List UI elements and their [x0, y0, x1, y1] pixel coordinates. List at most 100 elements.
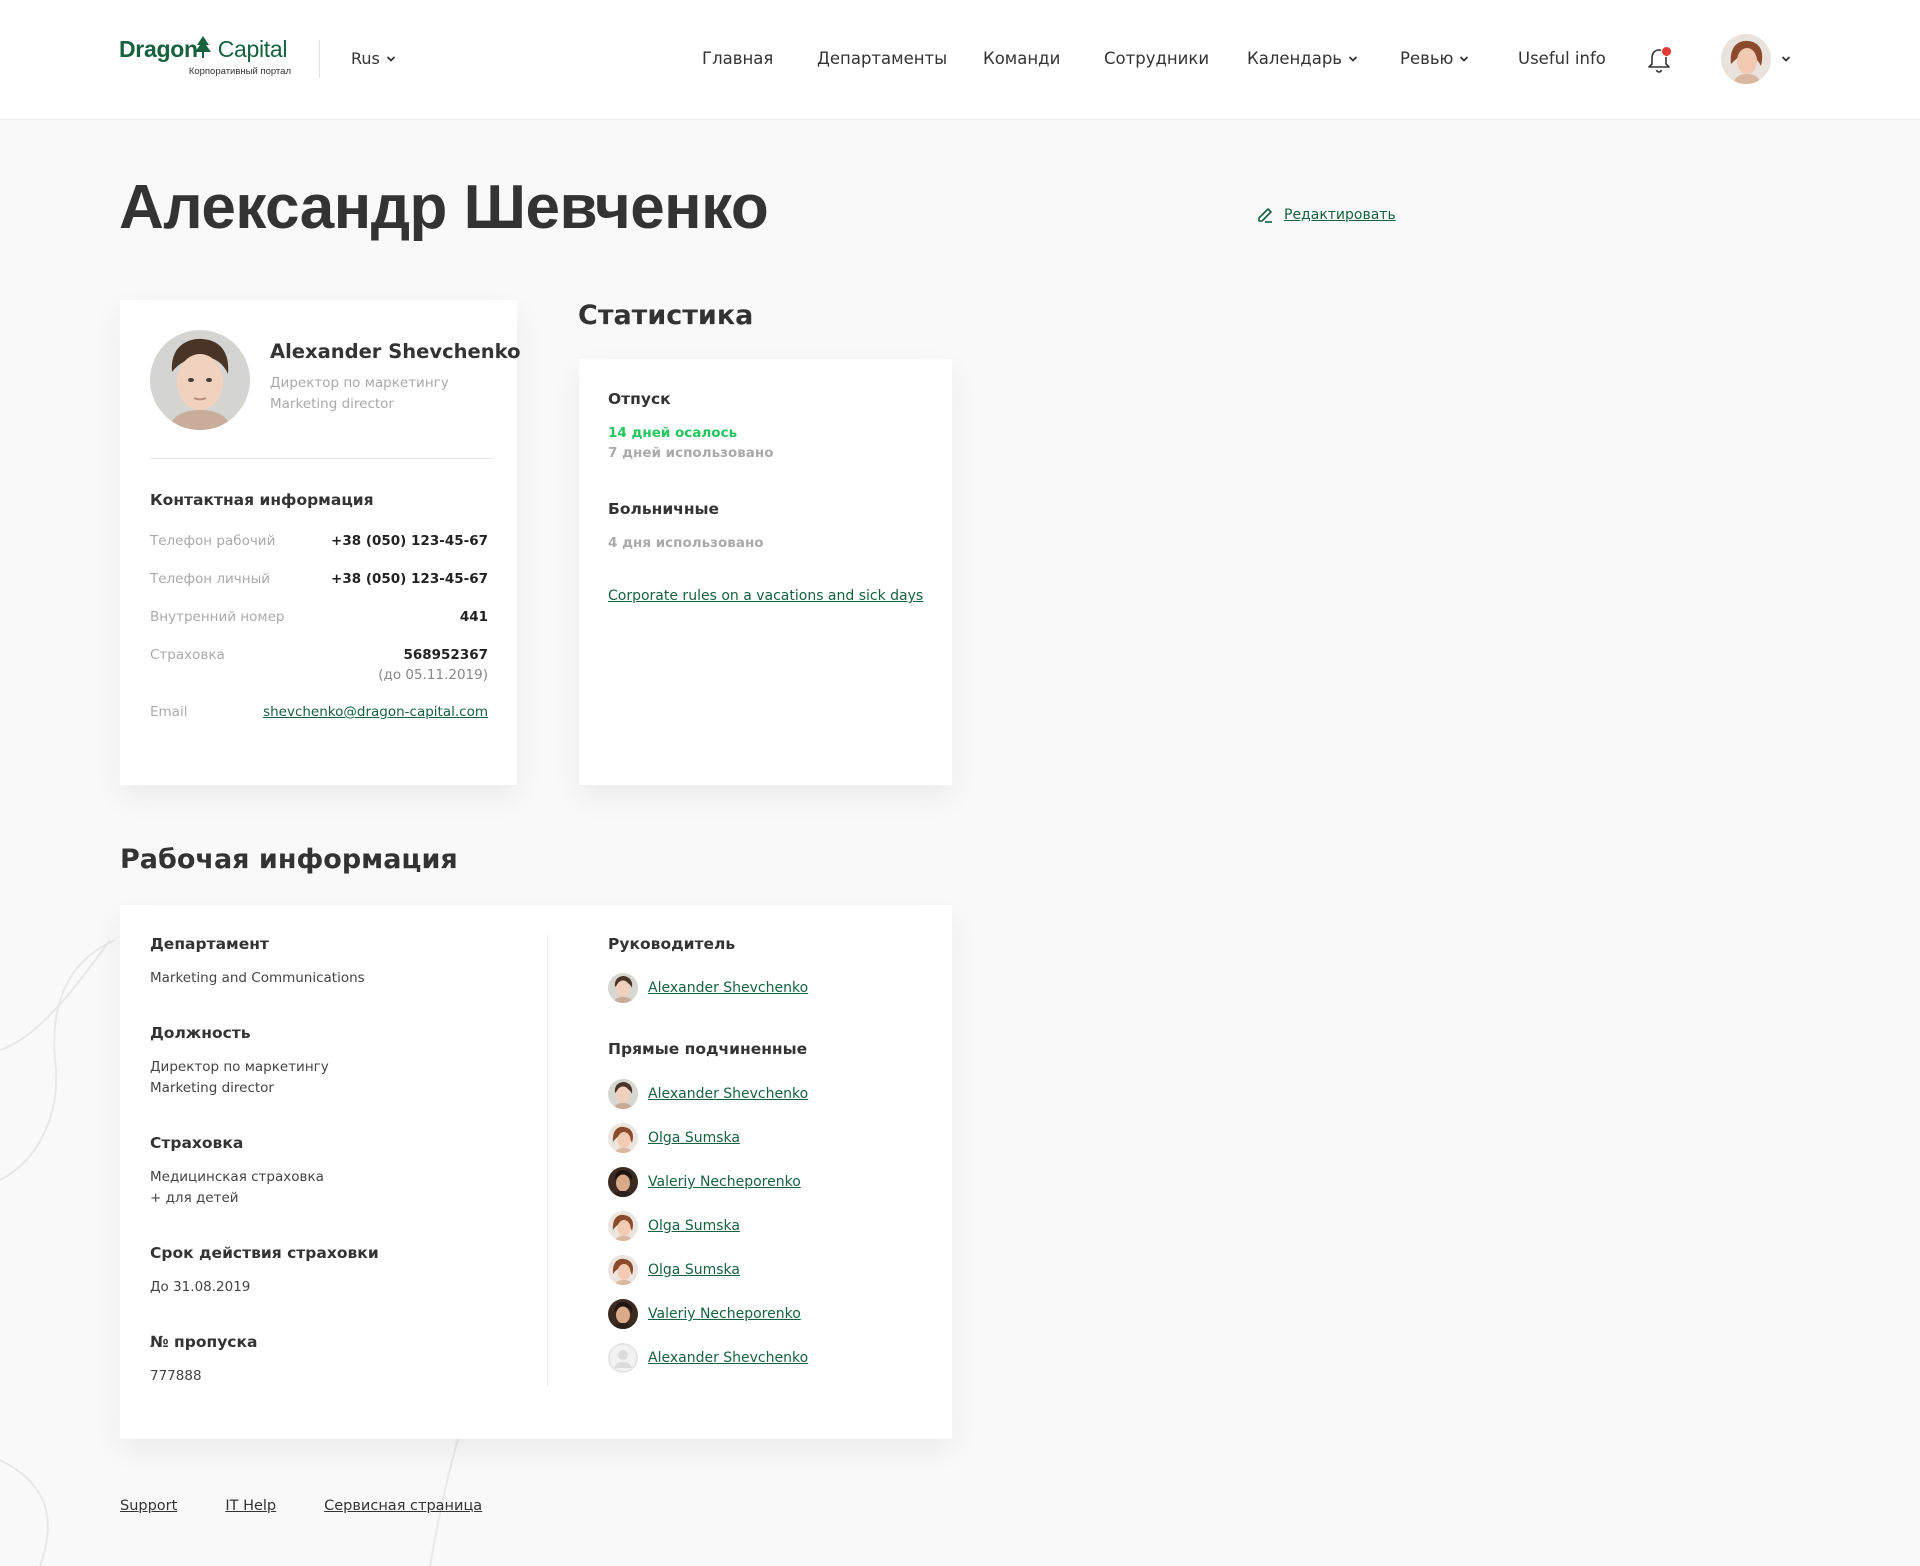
- person-name: Olga Sumska: [648, 1218, 740, 1234]
- direct-report-link[interactable]: Olga Sumska: [608, 1123, 740, 1153]
- nav-item-label: Ревью: [1400, 49, 1454, 68]
- vacation-heading: Отпуск: [608, 390, 671, 408]
- stats-heading: Статистика: [578, 300, 754, 331]
- page-title: Александр Шевченко: [119, 173, 769, 242]
- profile-avatar: [150, 330, 250, 430]
- direct-reports-label: Прямые подчиненные: [608, 1040, 808, 1058]
- position-ru: Директор по маркетингу: [150, 1059, 329, 1075]
- chevron-down-icon: [386, 55, 396, 62]
- nav-item-home[interactable]: Главная: [702, 49, 773, 68]
- nav-item-useful-info[interactable]: Useful info: [1518, 49, 1606, 68]
- profile-card: Alexander Shevchenko Директор по маркети…: [120, 300, 521, 785]
- pass-label: № пропуска: [150, 1333, 258, 1351]
- direct-report-link[interactable]: Valeriy Necheporenko: [608, 1167, 801, 1197]
- footer-link-service-page[interactable]: Сервисная страница: [324, 1498, 482, 1514]
- profile-role: Директор по маркетингу Marketing directo…: [270, 373, 449, 415]
- contact-label: Телефон рабочий: [150, 533, 276, 549]
- nav-item-label: Сотрудники: [1104, 49, 1210, 68]
- contact-label: Телефон личный: [150, 571, 271, 587]
- avatar: [608, 1123, 638, 1153]
- work-info-card: Департамент Marketing and Communications…: [120, 905, 952, 1439]
- sick-leave-heading: Больничные: [608, 500, 720, 518]
- header-divider: [319, 40, 320, 78]
- insurance-term-value: До 31.08.2019: [150, 1279, 251, 1295]
- person-name: Valeriy Necheporenko: [648, 1306, 801, 1322]
- department-value: Marketing and Communications: [150, 970, 365, 986]
- corporate-rules-link[interactable]: Corporate rules on a vacations and sick …: [608, 588, 923, 604]
- manager-link[interactable]: Alexander Shevchenko: [608, 973, 808, 1003]
- person-name: Alexander Shevchenko: [648, 980, 809, 996]
- company-logo[interactable]: Dragon Capital Корпоративный портал: [119, 36, 291, 80]
- nav-item-calendar[interactable]: Календарь: [1247, 49, 1358, 68]
- person-name: Alexander Shevchenko: [648, 1086, 809, 1102]
- avatar: [608, 1167, 638, 1197]
- contact-value: +38 (050) 123-45-67: [331, 571, 488, 587]
- pass-value: 777888: [150, 1368, 202, 1384]
- nav-item-review[interactable]: Ревью: [1400, 49, 1469, 68]
- person-name: Alexander Shevchenko: [648, 1350, 809, 1366]
- insurance-line-1: Медицинская страховка: [150, 1169, 324, 1185]
- position-label: Должность: [150, 1024, 251, 1042]
- person-name: Olga Sumska: [648, 1262, 740, 1278]
- dragon-tree-icon: [195, 36, 211, 58]
- vacation-days-used: 7 дней использовано: [608, 445, 774, 461]
- direct-report-link[interactable]: Alexander Shevchenko: [608, 1079, 808, 1109]
- position-en: Marketing director: [150, 1080, 274, 1096]
- profile-role-en: Marketing director: [270, 396, 394, 412]
- contact-label: Внутренний номер: [150, 609, 285, 625]
- direct-report-link[interactable]: Olga Sumska: [608, 1211, 740, 1241]
- contact-value: 568952367: [403, 647, 488, 663]
- column-divider: [547, 935, 548, 1387]
- vacation-days-left: 14 дней осалось: [608, 425, 738, 441]
- direct-report-link[interactable]: Alexander Shevchenko: [608, 1343, 808, 1373]
- direct-report-link[interactable]: Valeriy Necheporenko: [608, 1299, 801, 1329]
- nav-item-label: Департаменты: [817, 49, 948, 68]
- footer-link-support[interactable]: Support: [120, 1498, 177, 1514]
- logo-subtitle: Корпоративный портал: [188, 66, 291, 77]
- chevron-down-icon: [1781, 56, 1791, 62]
- language-label: Rus: [351, 49, 380, 68]
- sick-days-used: 4 дня использовано: [608, 535, 764, 551]
- avatar: [608, 973, 638, 1003]
- nav-item-label: Useful info: [1518, 49, 1606, 68]
- person-name: Olga Sumska: [648, 1130, 740, 1146]
- edit-profile-link[interactable]: Редактировать: [1256, 206, 1396, 224]
- notifications-button[interactable]: [1646, 46, 1672, 74]
- logo-brand-b: Capital: [217, 36, 288, 62]
- nav-item-teams[interactable]: Команди: [983, 49, 1060, 68]
- nav-item-employees[interactable]: Сотрудники: [1104, 49, 1209, 68]
- person-name: Valeriy Necheporenko: [648, 1174, 801, 1190]
- nav-item-label: Календарь: [1247, 49, 1343, 68]
- insurance-label: Страховка: [150, 1134, 244, 1152]
- pencil-icon: [1258, 208, 1272, 223]
- chevron-down-icon: [1348, 55, 1358, 62]
- logo-brand-a: Dragon: [119, 36, 198, 62]
- manager-label: Руководитель: [608, 935, 736, 953]
- avatar: [608, 1079, 638, 1109]
- profile-divider: [150, 458, 494, 459]
- top-navigation-bar: Dragon Capital Корпоративный портал Rus Г…: [0, 0, 1920, 120]
- insurance-value: Медицинская страховка + для детей: [150, 1167, 324, 1209]
- footer-link-it-help[interactable]: IT Help: [225, 1498, 276, 1514]
- insurance-line-2: + для детей: [150, 1190, 239, 1206]
- contact-label: Email: [150, 704, 188, 720]
- profile-name: Alexander Shevchenko: [270, 340, 521, 363]
- department-label: Департамент: [150, 935, 269, 953]
- work-info-heading: Рабочая информация: [120, 844, 458, 875]
- nav-item-label: Главная: [702, 49, 774, 68]
- profile-role-ru: Директор по маркетингу: [270, 375, 449, 391]
- footer: Support IT Help Сервисная страница: [120, 1498, 482, 1514]
- avatar: [608, 1343, 638, 1373]
- direct-report-link[interactable]: Olga Sumska: [608, 1255, 740, 1285]
- contact-value: +38 (050) 123-45-67: [331, 533, 488, 549]
- notification-badge: [1661, 46, 1672, 57]
- insurance-valid-until: (до 05.11.2019): [378, 667, 488, 683]
- avatar: [608, 1211, 638, 1241]
- edit-label: Редактировать: [1284, 207, 1396, 223]
- language-selector[interactable]: Rus: [351, 49, 396, 68]
- position-value: Директор по маркетингу Marketing directo…: [150, 1057, 329, 1099]
- email-link[interactable]: shevchenko@dragon-capital.com: [263, 704, 488, 720]
- chevron-down-icon: [1460, 55, 1469, 62]
- nav-item-departments[interactable]: Департаменты: [817, 49, 947, 68]
- user-menu[interactable]: [1721, 34, 1791, 84]
